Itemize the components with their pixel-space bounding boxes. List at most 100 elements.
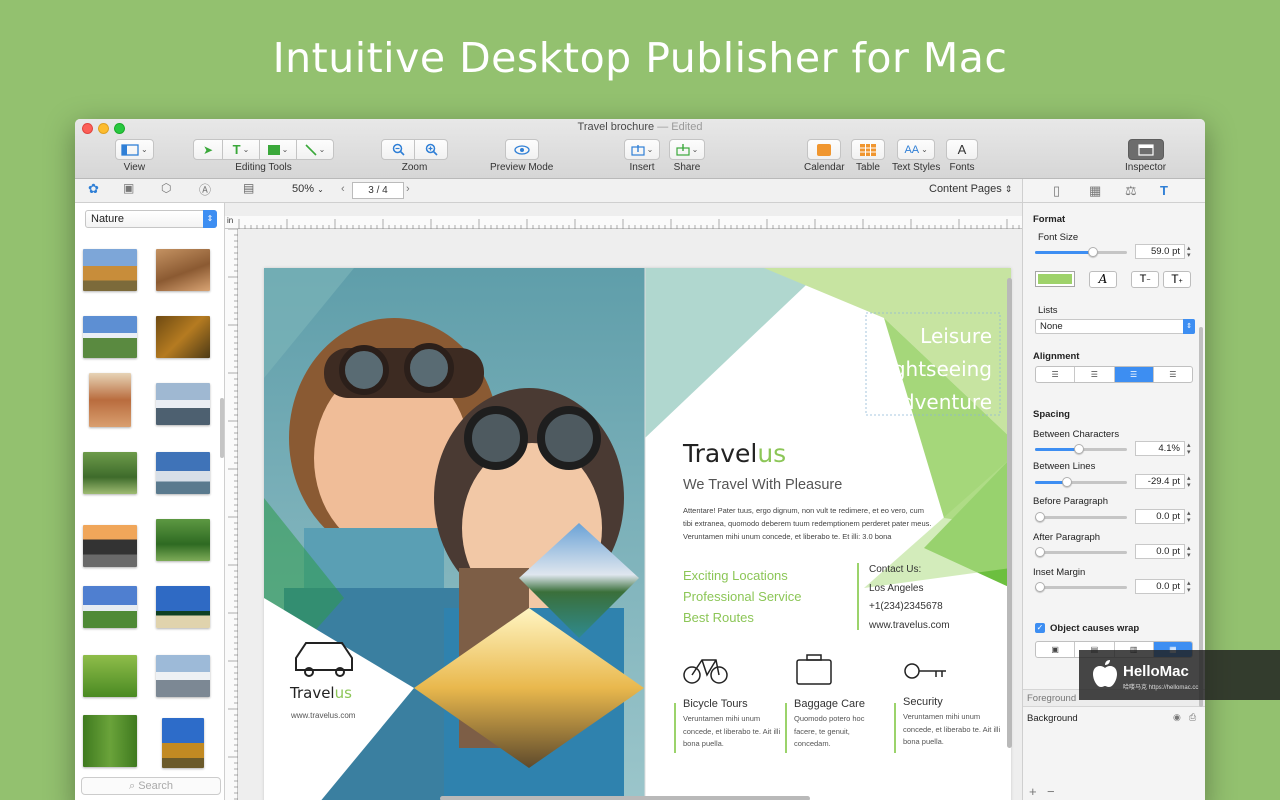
text-color-well[interactable] <box>1035 271 1075 287</box>
before-paragraph-field[interactable]: 0.0 pt <box>1135 509 1185 524</box>
document-tab-icon[interactable]: ▯ <box>1053 183 1060 199</box>
before-paragraph-slider[interactable] <box>1035 512 1127 522</box>
zoom-level[interactable]: 50% ⌄ <box>292 183 324 195</box>
image-thumbnail[interactable] <box>83 525 137 567</box>
wrap-checkbox[interactable]: ✓ <box>1035 623 1045 633</box>
align-right-icon[interactable]: ☰ <box>1114 367 1154 382</box>
image-search-input[interactable]: ⌕ Search <box>81 777 221 795</box>
italic-button[interactable]: A <box>1089 271 1117 288</box>
text-icon: T <box>232 142 241 157</box>
table-label: Table <box>856 162 880 173</box>
align-center-icon[interactable]: ☰ <box>1075 367 1115 382</box>
previous-page-icon[interactable]: ‹ <box>341 183 345 195</box>
tag-sightseeing: Sightseeing <box>874 357 992 381</box>
image-thumbnail[interactable] <box>156 452 210 494</box>
service-title: Bicycle Tours <box>683 698 748 710</box>
tag-list[interactable]: Leisure Sightseeing Adventure <box>868 320 992 419</box>
next-page-icon[interactable]: › <box>406 183 410 195</box>
image-thumbnail[interactable] <box>83 715 137 767</box>
arrange-tab-icon[interactable]: ⚖ <box>1125 183 1137 199</box>
templates-icon[interactable]: ✿ <box>88 181 99 197</box>
image-thumbnail[interactable] <box>83 316 137 358</box>
insert-button[interactable]: ⌄ <box>624 139 660 160</box>
page-number-field[interactable]: 3 / 4 <box>352 182 404 199</box>
decrease-font-button[interactable]: T− <box>1131 271 1159 288</box>
fonts-group: A Fonts <box>946 139 978 173</box>
wrap-none-icon[interactable]: ▣ <box>1036 642 1076 657</box>
stepper-icon[interactable]: ▴ ▾ <box>1187 475 1195 489</box>
image-thumbnail[interactable] <box>156 519 210 561</box>
text-styles-button[interactable]: AA ⌄ <box>897 139 936 160</box>
background-layer-label[interactable]: Background <box>1027 713 1078 724</box>
between-characters-field[interactable]: 4.1% <box>1135 441 1185 456</box>
text-tab-icon[interactable]: T <box>1160 183 1168 198</box>
lists-select[interactable]: None ⇕ <box>1035 319 1195 334</box>
image-thumbnail[interactable] <box>162 718 204 768</box>
stepper-icon[interactable]: ▴ ▾ <box>1187 245 1195 259</box>
align-left-icon[interactable]: ☰ <box>1036 367 1076 382</box>
increase-font-button[interactable]: T+ <box>1163 271 1191 288</box>
after-paragraph-field[interactable]: 0.0 pt <box>1135 544 1185 559</box>
stepper-icon[interactable]: ▴ ▾ <box>1187 442 1195 456</box>
canvas-vertical-scrollbar[interactable] <box>1007 278 1012 748</box>
stepper-icon[interactable]: ▴ ▾ <box>1187 510 1195 524</box>
slider-knob[interactable] <box>1035 512 1045 522</box>
calendar-button[interactable] <box>807 139 842 160</box>
font-size-slider[interactable] <box>1035 247 1127 257</box>
share-button[interactable]: ⌄ <box>669 139 705 160</box>
inset-margin-slider[interactable] <box>1035 582 1127 592</box>
zoom-in-button[interactable] <box>414 139 448 160</box>
page-thumbnails-icon[interactable]: ▤ <box>243 181 254 195</box>
between-lines-field[interactable]: -29.4 pt <box>1135 474 1185 489</box>
between-lines-slider[interactable] <box>1035 477 1127 487</box>
image-thumbnail[interactable] <box>156 316 210 358</box>
shape-tool-button[interactable]: ⌄ <box>259 139 297 160</box>
between-characters-slider[interactable] <box>1035 444 1127 454</box>
image-thumbnail[interactable] <box>89 373 131 427</box>
slider-knob[interactable] <box>1035 547 1045 557</box>
table-button[interactable] <box>851 139 885 160</box>
add-layer-icon[interactable]: + <box>1029 784 1037 799</box>
inspector-toggle-button[interactable] <box>1127 139 1164 160</box>
stepper-icon[interactable]: ▴ ▾ <box>1187 580 1195 594</box>
alignment-control[interactable]: ☰ ☰ ☰ ☰ <box>1035 366 1193 383</box>
library-scrollbar[interactable] <box>220 398 224 458</box>
image-category-select[interactable]: Nature ⇕ <box>85 210 217 228</box>
image-thumbnail[interactable] <box>156 655 210 697</box>
slider-knob[interactable] <box>1062 477 1073 487</box>
image-thumbnail[interactable] <box>156 383 210 425</box>
image-thumbnail[interactable] <box>83 249 137 291</box>
print-icon[interactable]: ⎙ <box>1189 712 1196 723</box>
stepper-icon[interactable]: ▴ ▾ <box>1187 545 1195 559</box>
slider-knob[interactable] <box>1088 247 1099 257</box>
image-thumbnail[interactable] <box>156 249 210 291</box>
image-thumbnail[interactable] <box>83 452 137 494</box>
after-paragraph-slider[interactable] <box>1035 547 1127 557</box>
brochure-page[interactable]: Leisure Sightseeing Adventure Travelus W… <box>264 268 1011 800</box>
line-tool-button[interactable]: ⌄ <box>296 139 334 160</box>
remove-layer-icon[interactable]: − <box>1047 784 1055 799</box>
content-pages-selector[interactable]: Content Pages ⇕ <box>929 183 1012 195</box>
preview-mode-button[interactable] <box>504 139 539 160</box>
inset-margin-field[interactable]: 0.0 pt <box>1135 579 1185 594</box>
image-thumbnail[interactable] <box>83 655 137 697</box>
font-size-field[interactable]: 59.0 pt <box>1135 244 1185 259</box>
fonts-button[interactable]: A <box>946 139 978 160</box>
canvas-horizontal-scrollbar[interactable] <box>440 796 810 800</box>
text-library-icon[interactable]: Ⓐ <box>199 181 211 198</box>
text-tool-button[interactable]: T ⌄ <box>222 139 260 160</box>
slider-knob[interactable] <box>1035 582 1045 592</box>
slider-knob[interactable] <box>1074 444 1085 454</box>
layout-tab-icon[interactable]: ▦ <box>1089 183 1101 199</box>
align-justify-icon[interactable]: ☰ <box>1154 367 1192 382</box>
service-text: Quomodo potero hoc facere, te genuit, co… <box>794 714 865 748</box>
table-group: Table <box>851 139 885 173</box>
select-tool-button[interactable]: ➤ <box>193 139 223 160</box>
image-thumbnail[interactable] <box>156 586 210 628</box>
view-button[interactable]: ⌄ <box>115 139 154 160</box>
image-library-icon[interactable]: ▣ <box>123 181 134 195</box>
zoom-out-button[interactable] <box>381 139 415 160</box>
image-thumbnail[interactable] <box>83 586 137 628</box>
visibility-eye-icon[interactable]: ◉ <box>1173 712 1181 723</box>
shapes-icon[interactable]: ⬡ <box>161 181 171 195</box>
